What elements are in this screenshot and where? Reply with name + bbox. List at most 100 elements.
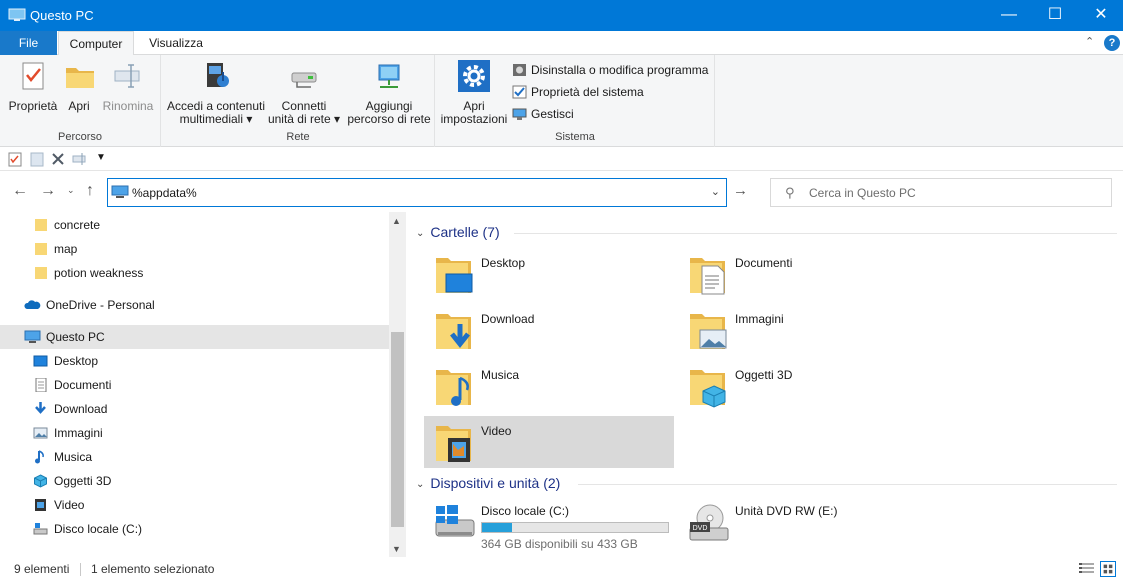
address-bar[interactable]: ⌄ [107, 178, 727, 207]
folder-tile-pictures[interactable]: Immagini [678, 304, 928, 356]
group-label-rete: Rete [286, 131, 310, 143]
folder-icon [35, 219, 47, 231]
nav-item-concrete[interactable]: concrete [0, 213, 389, 237]
minimize-button[interactable]: — [986, 0, 1032, 31]
help-icon[interactable]: ? [1104, 35, 1120, 51]
go-arrow-icon[interactable]: → [733, 182, 748, 199]
rename-button[interactable]: Rinomina [101, 59, 155, 113]
properties-icon [22, 62, 44, 90]
qat-delete-icon[interactable] [50, 151, 66, 167]
folder-tile-3d-objects[interactable]: Oggetti 3D [678, 360, 928, 412]
nav-item-music[interactable]: Musica [0, 445, 389, 469]
manage-computer-icon [512, 108, 527, 120]
collapse-ribbon-icon[interactable]: ⌃ [1085, 35, 1094, 48]
add-network-location-button[interactable]: Aggiungi percorso di rete [345, 59, 433, 126]
music-folder-icon [436, 370, 471, 406]
download-icon [35, 402, 46, 414]
tab-view[interactable]: Visualizza [137, 31, 215, 55]
up-arrow-icon[interactable]: ↑ [86, 182, 94, 200]
nav-item-video[interactable]: Video [0, 493, 389, 517]
rename-icon [114, 64, 140, 88]
selection-count: 1 elemento selezionato [91, 562, 215, 576]
tab-file[interactable]: File [0, 31, 57, 55]
access-media-button[interactable]: Accedi a contenuti multimediali ▾ [166, 59, 266, 126]
folder-tile-download[interactable]: Download [424, 304, 674, 356]
open-settings-button[interactable]: Apri impostazioni [438, 59, 510, 126]
nav-item-desktop[interactable]: Desktop [0, 349, 389, 373]
tab-computer[interactable]: Computer [58, 31, 134, 56]
cube-icon [34, 474, 47, 488]
address-input[interactable] [132, 183, 702, 202]
content-pane: ⌄ Cartelle (7) Desktop Documenti Download… [406, 212, 1123, 557]
svg-text:DVD: DVD [693, 525, 708, 532]
drive-tile-local-disk[interactable]: Disco locale (C:) 364 GB disponibili su … [424, 496, 674, 551]
quick-access-toolbar: ▼ [0, 147, 1123, 171]
map-network-drive-button[interactable]: Connetti unità di rete ▾ [267, 59, 341, 126]
search-input[interactable] [809, 184, 1099, 202]
nav-item-potion-weakness[interactable]: potion weakness [0, 261, 389, 285]
back-arrow-icon[interactable]: ← [12, 182, 28, 200]
desktop-folder-icon [436, 258, 473, 293]
folder-open-icon [66, 68, 94, 88]
uninstall-icon [513, 64, 526, 76]
nav-item-this-pc[interactable]: Questo PC [0, 325, 389, 349]
navigation-scrollbar[interactable]: ▲ ▼ [389, 212, 406, 557]
scroll-up-icon[interactable]: ▲ [392, 216, 401, 226]
group-header-devices[interactable]: ⌄ Dispositivi e unità (2) [416, 475, 560, 495]
drive-tile-dvd[interactable]: DVD Unità DVD RW (E:) [678, 496, 928, 548]
manage-button[interactable]: Gestisci [512, 107, 574, 125]
details-view-icon[interactable] [1078, 562, 1095, 576]
window-title: Questo PC [30, 8, 94, 23]
scroll-down-icon[interactable]: ▼ [392, 544, 401, 554]
computer-icon [8, 8, 26, 21]
scrollbar-thumb[interactable] [391, 332, 404, 527]
ribbon-tabs: File Computer Visualizza ⌃ ? [0, 31, 1123, 56]
picture-icon [33, 427, 48, 439]
group-divider [514, 233, 1117, 234]
drive-icon [33, 523, 48, 535]
forward-arrow-icon[interactable]: → [40, 182, 56, 200]
uninstall-program-button[interactable]: Disinstalla o modifica programma [512, 63, 708, 81]
download-folder-icon [436, 314, 471, 349]
computer-icon [24, 330, 41, 343]
nav-item-onedrive[interactable]: OneDrive - Personal [0, 293, 389, 317]
open-button[interactable]: Apri [63, 59, 95, 113]
qat-new-folder-icon[interactable] [29, 151, 45, 167]
ribbon-group-percorso: Proprietà Apri Rinomina Percorso [0, 55, 161, 147]
recent-locations-icon[interactable]: ⌄ [67, 185, 75, 196]
close-button[interactable]: ✕ [1078, 0, 1123, 31]
nav-item-local-disk[interactable]: Disco locale (C:) [0, 517, 389, 541]
chevron-down-icon: ⌄ [416, 479, 425, 490]
folder-icon [35, 243, 47, 255]
folder-tile-music[interactable]: Musica [424, 360, 674, 412]
nav-item-pictures[interactable]: Immagini [0, 421, 389, 445]
folder-tile-documents[interactable]: Documenti [678, 248, 928, 300]
objects3d-folder-icon [690, 370, 726, 408]
document-icon [35, 378, 47, 392]
search-box[interactable]: ⚲ [770, 178, 1112, 207]
nav-item-3d-objects[interactable]: Oggetti 3D [0, 469, 389, 493]
nav-item-download[interactable]: Download [0, 397, 389, 421]
maximize-button[interactable]: ☐ [1032, 0, 1078, 31]
nav-item-documents[interactable]: Documenti [0, 373, 389, 397]
status-separator [80, 563, 81, 576]
qat-properties-icon[interactable] [7, 151, 23, 167]
nav-item-map[interactable]: map [0, 237, 389, 261]
group-label-sistema: Sistema [555, 131, 595, 143]
folder-icon [35, 267, 47, 279]
qat-rename-icon[interactable] [72, 151, 88, 167]
video-icon [35, 499, 46, 511]
group-header-folders[interactable]: ⌄ Cartelle (7) [416, 224, 500, 244]
settings-gear-icon [458, 60, 490, 92]
qat-customize-icon[interactable]: ▼ [96, 152, 112, 168]
folder-tile-desktop[interactable]: Desktop [424, 248, 674, 300]
address-dropdown-icon[interactable]: ⌄ [711, 185, 720, 198]
system-properties-button[interactable]: Proprietà del sistema [512, 85, 644, 103]
documents-folder-icon [690, 258, 725, 295]
large-icons-view-icon[interactable] [1100, 561, 1116, 577]
properties-button[interactable]: Proprietà [6, 59, 60, 113]
folder-tile-video[interactable]: Video [424, 416, 674, 468]
search-icon: ⚲ [785, 185, 795, 200]
group-divider [578, 484, 1117, 485]
desktop-icon [33, 355, 48, 367]
